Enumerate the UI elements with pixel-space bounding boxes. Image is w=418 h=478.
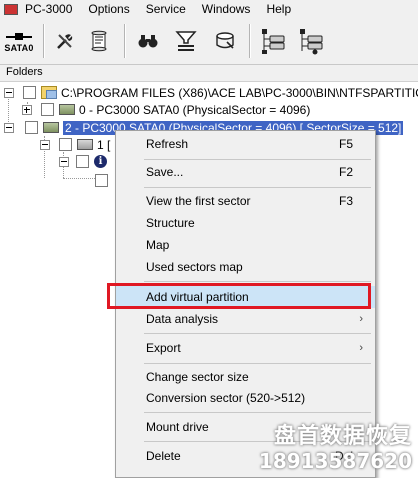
- menu-item-shortcut: F5: [338, 137, 353, 151]
- tree-config-button[interactable]: [258, 24, 288, 58]
- menu-separator: [144, 363, 371, 364]
- menu-options[interactable]: Options: [80, 0, 137, 18]
- root-path-label: C:\PROGRAM FILES (X86)\ACE LAB\PC-3000\B…: [61, 85, 418, 100]
- drive-button[interactable]: [211, 24, 239, 58]
- submenu-arrow-icon: ›: [359, 313, 363, 325]
- menu-windows[interactable]: Windows: [194, 0, 259, 18]
- app-icon: [3, 2, 19, 16]
- menu-item-label: Map: [146, 238, 170, 252]
- disk-icon: [59, 104, 75, 115]
- menu-item-shortcut: F3: [338, 194, 353, 208]
- menu-app[interactable]: PC-3000: [23, 0, 80, 18]
- menu-separator: [144, 333, 371, 334]
- menu-item-shortcut: F2: [338, 165, 353, 179]
- funnel-icon: [175, 31, 197, 51]
- menu-item-label: Delete: [146, 449, 181, 463]
- submenu-arrow-icon: ›: [359, 342, 363, 354]
- folder-icon: [41, 86, 57, 99]
- menu-item-label: Mount drive: [146, 420, 209, 434]
- sata-connect-icon: [6, 32, 32, 40]
- drive-icon: [216, 32, 234, 49]
- menu-item-label: Refresh: [146, 137, 189, 151]
- menu-item-change-sector-size[interactable]: Change sector size: [116, 366, 375, 388]
- collapse-icon[interactable]: [40, 139, 50, 150]
- menu-bar: PC-3000 Options Service Windows Help: [0, 0, 418, 18]
- scroll-button[interactable]: [86, 24, 112, 58]
- tools-icon: [57, 34, 73, 49]
- tree-config-2-button[interactable]: [296, 24, 326, 58]
- tree-item-child[interactable]: 1 [: [40, 136, 110, 153]
- watermark-phone: 18913587620: [258, 449, 412, 473]
- menu-item-label: Export: [146, 341, 181, 355]
- checkbox[interactable]: [59, 138, 72, 151]
- expand-icon[interactable]: [22, 104, 32, 115]
- menu-item-structure[interactable]: Structure: [116, 212, 375, 234]
- partition-icon: [77, 139, 93, 150]
- collapse-icon[interactable]: [59, 156, 69, 167]
- menu-service[interactable]: Service: [138, 0, 194, 18]
- menu-item-refresh[interactable]: Refresh F5: [116, 133, 375, 155]
- menu-item-label: Change sector size: [146, 370, 249, 384]
- toolbar-separator: [124, 24, 126, 58]
- menu-item-label: Used sectors map: [146, 260, 243, 274]
- watermark: 盘首数据恢复 18913587620: [259, 424, 412, 472]
- tree-item-0[interactable]: 0 - PC3000 SATA0 (PhysicalSector = 4096): [22, 101, 310, 118]
- menu-item-conversion-sector[interactable]: Conversion sector (520->512): [116, 387, 375, 409]
- menu-item-label: Structure: [146, 216, 195, 230]
- tree-config-2-icon: [300, 29, 323, 55]
- toolbar: SATA0: [0, 18, 418, 65]
- tools-button[interactable]: [52, 24, 78, 58]
- checkbox[interactable]: [25, 121, 38, 134]
- menu-item-label: Save...: [146, 165, 184, 179]
- checkbox[interactable]: [95, 174, 108, 187]
- menu-separator: [144, 187, 371, 188]
- tree-item-info[interactable]: i: [59, 153, 111, 170]
- menu-item-used-sectors-map[interactable]: Used sectors map: [116, 256, 375, 278]
- menu-separator: [144, 159, 371, 160]
- disk-icon: [43, 122, 59, 133]
- menu-item-label: View the first sector: [146, 194, 251, 208]
- sata-connect-button[interactable]: SATA0: [2, 24, 36, 58]
- tree-line: [63, 178, 97, 179]
- info-icon: i: [94, 155, 107, 168]
- menu-item-save[interactable]: Save... F2: [116, 161, 375, 183]
- filter-button[interactable]: [172, 24, 200, 58]
- menu-item-data-analysis[interactable]: Data analysis ›: [116, 308, 375, 330]
- toolbar-separator: [249, 24, 251, 58]
- checkbox[interactable]: [23, 86, 36, 99]
- collapse-icon[interactable]: [4, 122, 14, 133]
- menu-separator: [144, 281, 371, 282]
- menu-item-export[interactable]: Export ›: [116, 337, 375, 359]
- collapse-icon[interactable]: [4, 87, 14, 98]
- menu-help[interactable]: Help: [258, 0, 299, 18]
- checkbox[interactable]: [76, 155, 89, 168]
- tree-item-label: 0 - PC3000 SATA0 (PhysicalSector = 4096): [79, 102, 311, 117]
- toolbar-separator: [43, 24, 45, 58]
- menu-separator: [144, 412, 371, 413]
- scroll-icon: [91, 30, 107, 52]
- menu-item-view-first-sector[interactable]: View the first sector F3: [116, 190, 375, 212]
- tree-config-icon: [262, 29, 285, 54]
- menu-item-label: Conversion sector (520->512): [146, 391, 306, 405]
- tree-item-label: 1 [: [97, 137, 111, 152]
- annotation-highlight-box: [107, 283, 371, 309]
- watermark-text: 盘首数据恢复: [273, 424, 412, 449]
- menu-item-label: Data analysis: [146, 312, 219, 326]
- folders-label: Folders: [6, 66, 43, 78]
- checkbox[interactable]: [41, 103, 54, 116]
- menu-item-map[interactable]: Map: [116, 234, 375, 256]
- folders-panel-header: Folders: [0, 65, 418, 82]
- search-button[interactable]: [134, 24, 162, 58]
- tree-item-leaf[interactable]: [95, 172, 113, 189]
- tree-root-row[interactable]: C:\PROGRAM FILES (X86)\ACE LAB\PC-3000\B…: [4, 84, 418, 101]
- sata-label: SATA0: [4, 42, 34, 53]
- binoculars-icon: [138, 35, 158, 48]
